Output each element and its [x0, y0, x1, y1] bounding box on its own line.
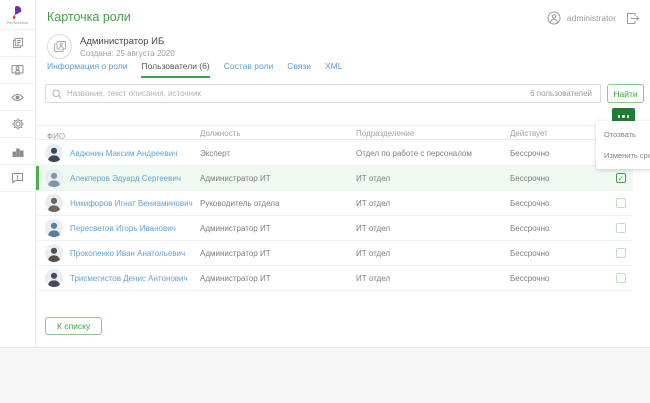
tab-1[interactable]: Пользователи (6) — [141, 61, 209, 78]
validity-cell: Бессрочно — [510, 249, 549, 258]
context-menu-item[interactable]: Изменить срок — [596, 145, 650, 166]
row-checkbox[interactable] — [616, 273, 626, 283]
rostelecom-logo-icon — [11, 5, 24, 20]
position-cell: Администратор ИТ — [200, 249, 271, 258]
back-to-list-button[interactable]: К списку — [45, 317, 102, 335]
eye-icon — [11, 93, 24, 102]
table-row[interactable]: Алекперов Эдуард Сергеевич Администратор… — [36, 166, 633, 191]
column-header-validity[interactable]: Действует — [510, 129, 548, 138]
search-box: 6 пользователей — [45, 84, 601, 103]
department-cell: ИТ отдел — [356, 174, 390, 183]
user-name-link[interactable]: Прокопенко Иван Анатольевич — [70, 249, 185, 258]
validity-cell: Бессрочно — [510, 224, 549, 233]
user-name-link[interactable]: Никифоров Игнат Вениаминович — [70, 199, 193, 208]
tab-0[interactable]: Информация о роли — [47, 61, 127, 78]
user-name-link[interactable]: Трисмегистов Денис Антонович — [70, 274, 188, 283]
position-cell: Руководитель отдела — [200, 199, 279, 208]
current-user-label: administrator — [567, 13, 616, 23]
tab-2[interactable]: Состав роли — [224, 61, 274, 78]
user-avatar — [45, 244, 63, 262]
table-row[interactable]: Прокопенко Иван Анатольевич Администрато… — [36, 241, 633, 266]
validity-cell: Бессрочно — [510, 199, 549, 208]
department-cell: ИТ отдел — [356, 249, 390, 258]
user-avatar — [45, 169, 63, 187]
id-badge-icon — [11, 64, 24, 76]
table-header: ФИО ↑ Должность Подразделение Действует — [36, 125, 633, 140]
row-checkbox[interactable] — [616, 223, 626, 233]
row-checkbox[interactable]: ✓ — [616, 173, 626, 183]
column-header-department[interactable]: Подразделение — [356, 129, 414, 138]
role-photos-icon — [53, 40, 67, 53]
department-cell: ИТ отдел — [356, 199, 390, 208]
validity-cell: Бессрочно — [510, 149, 549, 158]
position-cell: Администратор ИТ — [200, 274, 271, 283]
user-avatar — [45, 144, 63, 162]
validity-cell: Бессрочно — [510, 274, 549, 283]
ellipsis-dot — [622, 115, 624, 117]
logout-icon[interactable] — [626, 12, 640, 25]
department-cell: ИТ отдел — [356, 224, 390, 233]
position-cell: Эксперт — [200, 149, 230, 158]
user-name-link[interactable]: Пересветов Игорь Иванович — [70, 224, 176, 233]
result-count: 6 пользователей — [530, 89, 592, 98]
documents-icon — [12, 37, 24, 49]
context-menu-item[interactable]: Отозвать — [596, 124, 650, 145]
gear-icon — [12, 118, 24, 130]
find-button[interactable]: Найти — [607, 84, 644, 103]
position-cell: Администратор ИТ — [200, 174, 271, 183]
sort-asc-icon: ↑ — [47, 132, 51, 141]
row-checkbox[interactable] — [616, 198, 626, 208]
table-row[interactable]: Пересветов Игорь Иванович Администратор … — [36, 216, 633, 241]
table-row[interactable]: Авдюнин Максим Андреевич Эксперт Отдел п… — [36, 141, 633, 166]
sidebar-item-documents[interactable] — [0, 30, 35, 57]
role-created-date: Создана: 25 августа 2020 — [80, 49, 175, 58]
feedback-icon — [11, 172, 24, 184]
department-cell: ИТ отдел — [356, 274, 390, 283]
validity-cell: Бессрочно — [510, 174, 549, 183]
search-icon — [52, 89, 62, 99]
logo-text: Ростелеком — [7, 21, 28, 25]
table-row[interactable]: Трисмегистов Денис Антонович Администрат… — [36, 266, 633, 291]
table-body: Авдюнин Максим Андреевич Эксперт Отдел п… — [36, 141, 633, 291]
column-header-position[interactable]: Должность — [200, 129, 241, 138]
user-name-link[interactable]: Авдюнин Максим Андреевич — [70, 149, 177, 158]
department-cell: Отдел по работе с персоналом — [356, 149, 472, 158]
user-area: administrator — [547, 11, 640, 25]
sidebar-item-feedback[interactable] — [0, 165, 35, 192]
ellipsis-dot — [627, 115, 629, 117]
user-avatar — [45, 219, 63, 237]
tab-4[interactable]: XML — [325, 61, 342, 78]
sidebar-item-id-badge[interactable] — [0, 57, 35, 84]
sidebar: Ростелеком — [0, 0, 36, 347]
sidebar-item-settings[interactable] — [0, 111, 35, 138]
user-name-link[interactable]: Алекперов Эдуард Сергеевич — [70, 174, 181, 183]
actions-context-menu: ОтозватьИзменить срок — [596, 121, 650, 169]
row-checkbox[interactable] — [616, 248, 626, 258]
tab-bar: Информация о роли Пользователи (6) Состав … — [47, 61, 343, 78]
bar-chart-icon — [12, 146, 24, 157]
role-name: Администратор ИБ — [80, 36, 164, 47]
position-cell: Администратор ИТ — [200, 224, 271, 233]
table-row[interactable]: Никифоров Игнат Вениаминович Руководител… — [36, 191, 633, 216]
app-logo[interactable]: Ростелеком — [0, 0, 35, 30]
user-avatar — [45, 269, 63, 287]
sidebar-item-reports[interactable] — [0, 138, 35, 165]
user-circle-icon — [547, 11, 561, 25]
main-content: Карточка роли administrator Администрато… — [36, 0, 650, 347]
page-title: Карточка роли — [47, 10, 131, 24]
tab-3[interactable]: Связи — [287, 61, 311, 78]
user-avatar — [45, 194, 63, 212]
sidebar-item-monitoring[interactable] — [0, 84, 35, 111]
bottom-background — [0, 347, 650, 403]
role-avatar — [47, 34, 72, 59]
search-input[interactable] — [67, 89, 530, 98]
ellipsis-dot — [618, 115, 620, 117]
